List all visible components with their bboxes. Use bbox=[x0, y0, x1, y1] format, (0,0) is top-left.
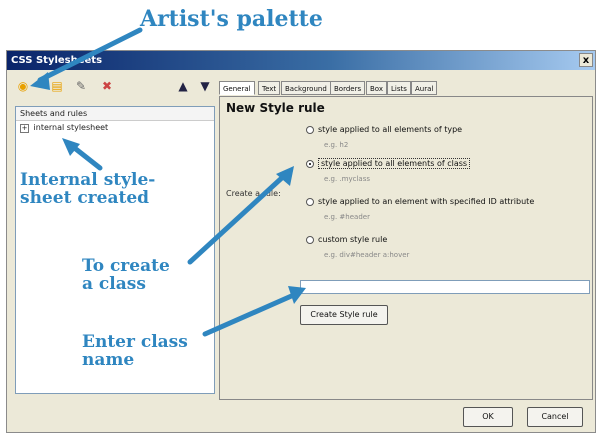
arrow-to-stylesheet bbox=[69, 143, 103, 171]
arrow-to-palette bbox=[37, 27, 143, 83]
callout-enter-class-name: Enter class name bbox=[82, 333, 188, 370]
arrow-to-class-input bbox=[202, 291, 299, 337]
callout-create-line2: a class bbox=[82, 273, 146, 294]
callout-enter-line2: name bbox=[82, 349, 135, 370]
callout-arrows bbox=[30, 27, 306, 337]
callout-internal-stylesheet: Internal style- sheet created bbox=[20, 171, 155, 208]
callout-create-class: To create a class bbox=[82, 257, 170, 294]
arrow-to-class-option bbox=[187, 172, 288, 265]
callout-internal-line2: sheet created bbox=[20, 187, 150, 208]
arrowhead-palette bbox=[30, 72, 50, 90]
